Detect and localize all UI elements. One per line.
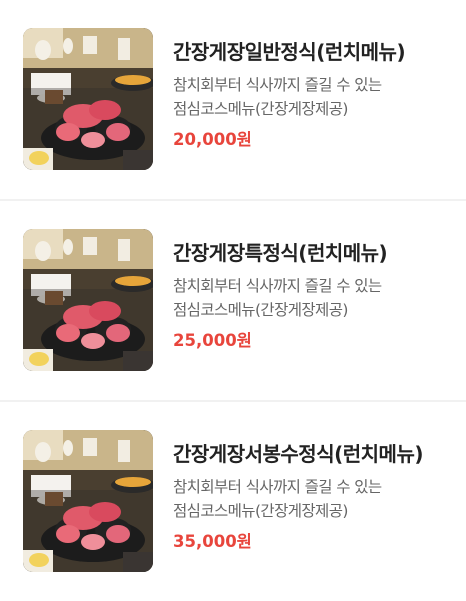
food-photo <box>23 28 153 170</box>
menu-name: 간장게장서봉수정식(런치메뉴) <box>173 442 423 466</box>
menu-item[interactable]: 간장게장서봉수정식(런치메뉴) 참치회부터 식사까지 즐길 수 있는 점심코스메… <box>0 402 466 601</box>
menu-price: 35,000원 <box>173 532 252 551</box>
menu-price: 25,000원 <box>173 331 252 350</box>
menu-description: 참치회부터 식사까지 즐길 수 있는 점심코스메뉴(간장게장제공) <box>173 478 382 520</box>
food-photo <box>23 229 153 371</box>
menu-info: 간장게장서봉수정식(런치메뉴) 참치회부터 식사까지 즐길 수 있는 점심코스메… <box>173 440 453 553</box>
menu-price: 20,000원 <box>173 130 252 149</box>
menu-item[interactable]: 간장게장특정식(런치메뉴) 참치회부터 식사까지 즐길 수 있는 점심코스메뉴(… <box>0 201 466 400</box>
menu-info: 간장게장특정식(런치메뉴) 참치회부터 식사까지 즐길 수 있는 점심코스메뉴(… <box>173 239 453 352</box>
menu-description: 참치회부터 식사까지 즐길 수 있는 점심코스메뉴(간장게장제공) <box>173 277 382 319</box>
menu-description: 참치회부터 식사까지 즐길 수 있는 점심코스메뉴(간장게장제공) <box>173 76 382 118</box>
menu-list: 간장게장일반정식(런치메뉴) 참치회부터 식사까지 즐길 수 있는 점심코스메뉴… <box>0 0 466 601</box>
menu-name: 간장게장일반정식(런치메뉴) <box>173 40 406 64</box>
menu-item[interactable]: 간장게장일반정식(런치메뉴) 참치회부터 식사까지 즐길 수 있는 점심코스메뉴… <box>0 0 466 199</box>
menu-info: 간장게장일반정식(런치메뉴) 참치회부터 식사까지 즐길 수 있는 점심코스메뉴… <box>173 38 453 151</box>
menu-name: 간장게장특정식(런치메뉴) <box>173 241 388 265</box>
food-photo <box>23 430 153 572</box>
